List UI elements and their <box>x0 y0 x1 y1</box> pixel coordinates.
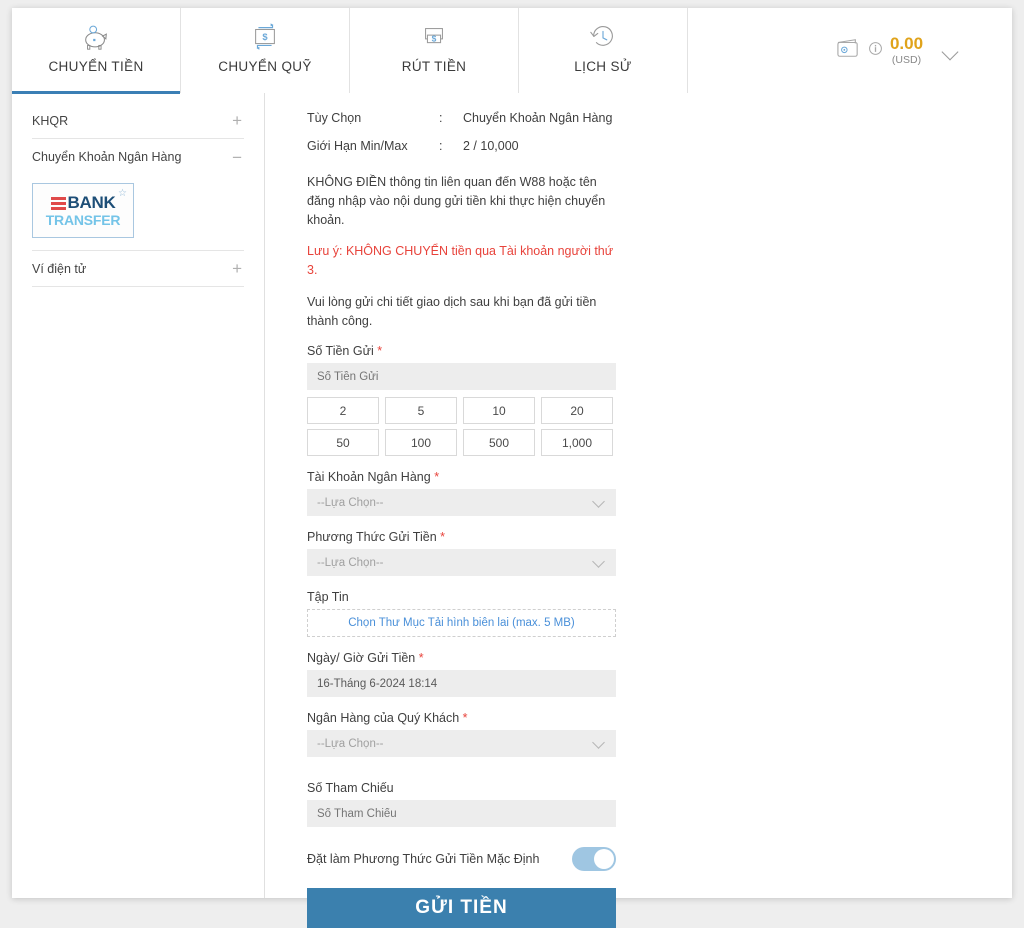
expand-plus-icon[interactable]: + <box>232 260 244 277</box>
your-bank-select[interactable]: --Lựa Chọn-- <box>307 730 616 758</box>
file-upload-label: Chọn Thư Mục Tải hình biên lai (max. 5 M… <box>348 617 575 630</box>
deposit-method-label-text: Phương Thức Gửi Tiền <box>307 530 437 545</box>
quick-amount-button[interactable]: 500 <box>463 429 535 457</box>
balance-amount: 0.00 <box>889 34 924 53</box>
info-colon: : <box>439 111 443 125</box>
expand-plus-icon[interactable]: + <box>232 112 244 129</box>
reference-input[interactable] <box>307 800 616 828</box>
withdraw-cash-icon: $ <box>419 18 449 56</box>
piggy-bank-icon <box>81 18 111 56</box>
info-icon[interactable] <box>868 41 883 61</box>
bank-transfer-options: ☆ BANK TRANSFER <box>32 175 244 251</box>
warning-text: Lưu ý: KHÔNG CHUYỂN tiền qua Tài khoản n… <box>307 244 614 277</box>
deposit-method-label: Phương Thức Gửi Tiền * <box>307 530 1012 544</box>
your-bank-label: Ngân Hàng của Quý Khách * <box>307 711 1012 725</box>
default-method-label: Đặt làm Phương Thức Gửi Tiền Mặc Định <box>307 852 540 867</box>
default-method-switch[interactable] <box>572 847 616 872</box>
chevron-down-icon <box>592 499 606 507</box>
logo-bars-icon <box>50 196 66 210</box>
instruction-text: Vui lòng gửi chi tiết giao dịch sau khi … <box>307 294 597 328</box>
datetime-input[interactable]: 16-Tháng 6-2024 18:14 <box>307 670 616 698</box>
bank-logo-line2: TRANSFER <box>45 212 121 228</box>
deposit-form: Tùy Chọn : Chuyển Khoản Ngân Hàng Giới H… <box>265 93 1012 928</box>
quick-amount-button[interactable]: 5 <box>385 397 457 425</box>
sidebar-item-label: Ví điện tử <box>32 261 87 276</box>
quick-amount-button[interactable]: 50 <box>307 429 379 457</box>
info-key: Giới Hạn Min/Max <box>307 139 408 153</box>
file-upload-button[interactable]: Chọn Thư Mục Tải hình biên lai (max. 5 M… <box>307 609 616 638</box>
info-row: Giới Hạn Min/Max : 2 / 10,000 <box>307 139 1012 153</box>
app-window: CHUYỂN TIỀN $ CHUYỂN QUỸ $ RÚT TIỀN LỊCH… <box>12 8 1012 928</box>
file-label: Tập Tin <box>307 590 349 605</box>
default-method-toggle-row: Đặt làm Phương Thức Gửi Tiền Mặc Định <box>307 847 616 872</box>
required-mark: * <box>462 711 468 726</box>
quick-amount-button[interactable]: 1,000 <box>541 429 613 457</box>
your-bank-label-text: Ngân Hàng của Quý Khách <box>307 711 460 726</box>
select-value: --Lựa Chọn-- <box>317 496 384 509</box>
tab-chuyen-tien[interactable]: CHUYỂN TIỀN <box>12 8 181 94</box>
sidebar-item-khqr[interactable]: KHQR + <box>32 103 244 139</box>
page-body: KHQR + Chuyển Khoản Ngân Hàng − ☆ BANK T… <box>12 93 1012 928</box>
tab-label: CHUYỂN TIỀN <box>48 59 144 74</box>
tabbar-filler: 0.00 (USD) <box>688 8 1012 93</box>
bank-transfer-logo-button[interactable]: ☆ BANK TRANSFER <box>32 183 134 238</box>
quick-amount-button[interactable]: 20 <box>541 397 613 425</box>
payment-method-sidebar: KHQR + Chuyển Khoản Ngân Hàng − ☆ BANK T… <box>12 93 265 898</box>
required-mark: * <box>434 470 440 485</box>
sidebar-item-bank-transfer[interactable]: Chuyển Khoản Ngân Hàng − <box>32 139 244 175</box>
tab-label: CHUYỂN QUỸ <box>218 59 312 74</box>
sidebar-item-label: Chuyển Khoản Ngân Hàng <box>32 150 182 164</box>
svg-text:$: $ <box>262 32 268 42</box>
wallet-balance[interactable]: 0.00 (USD) <box>740 8 960 93</box>
star-icon: ☆ <box>118 188 127 199</box>
quick-amount-button[interactable]: 100 <box>385 429 457 457</box>
sidebar-item-ewallet[interactable]: Ví điện tử + <box>32 251 244 287</box>
bank-logo-line1: BANK <box>67 193 116 212</box>
chevron-down-icon[interactable] <box>942 46 960 56</box>
submit-deposit-button[interactable]: GỬI TIỀN <box>307 888 616 928</box>
amount-label-text: Số Tiền Gửi <box>307 344 374 359</box>
top-tab-bar: CHUYỂN TIỀN $ CHUYỂN QUỸ $ RÚT TIỀN LỊCH… <box>12 8 1012 94</box>
notice-text: KHÔNG ĐIỀN thông tin liên quan đến W88 h… <box>307 175 606 227</box>
info-value: Chuyển Khoản Ngân Hàng <box>463 111 613 125</box>
select-value: --Lựa Chọn-- <box>317 737 384 750</box>
datetime-label-text: Ngày/ Giờ Gửi Tiền <box>307 651 416 666</box>
required-mark: * <box>418 651 424 666</box>
tab-rut-tien[interactable]: $ RÚT TIỀN <box>350 8 519 93</box>
info-row: Tùy Chọn : Chuyển Khoản Ngân Hàng <box>307 111 1012 125</box>
deposit-method-select[interactable]: --Lựa Chọn-- <box>307 549 616 577</box>
history-clock-icon <box>588 18 618 56</box>
collapse-minus-icon[interactable]: − <box>232 149 244 166</box>
quick-amount-grid: 2 5 10 20 50 100 500 1,000 <box>307 397 1012 457</box>
quick-amount-button[interactable]: 2 <box>307 397 379 425</box>
info-key: Tùy Chọn <box>307 111 362 125</box>
info-table: Tùy Chọn : Chuyển Khoản Ngân Hàng Giới H… <box>307 111 1012 153</box>
svg-text:$: $ <box>432 34 437 44</box>
bank-account-select[interactable]: --Lựa Chọn-- <box>307 489 616 517</box>
info-value: 2 / 10,000 <box>463 139 519 153</box>
amount-input[interactable] <box>307 363 616 391</box>
reference-label: Số Tham Chiếu <box>307 781 394 796</box>
required-mark: * <box>377 344 383 359</box>
bank-account-label-text: Tài Khoản Ngân Hàng <box>307 470 431 485</box>
sidebar-item-label: KHQR <box>32 113 69 128</box>
select-value: --Lựa Chọn-- <box>317 556 384 569</box>
tab-label: LỊCH SỬ <box>574 59 632 74</box>
bank-account-label: Tài Khoản Ngân Hàng * <box>307 470 1012 484</box>
amount-label: Số Tiền Gửi * <box>307 344 1012 358</box>
tab-chuyen-quy[interactable]: $ CHUYỂN QUỸ <box>181 8 350 93</box>
info-colon: : <box>439 139 443 153</box>
switch-knob <box>594 849 614 870</box>
required-mark: * <box>440 530 446 545</box>
tab-lich-su[interactable]: LỊCH SỬ <box>519 8 688 93</box>
quick-amount-button[interactable]: 10 <box>463 397 535 425</box>
transfer-funds-icon: $ <box>250 18 280 56</box>
datetime-label: Ngày/ Giờ Gửi Tiền * <box>307 651 1012 665</box>
balance-currency: (USD) <box>891 54 922 66</box>
chevron-down-icon <box>592 740 606 748</box>
tab-label: RÚT TIỀN <box>401 59 467 74</box>
chevron-down-icon <box>592 559 606 567</box>
wallet-icon <box>835 37 861 64</box>
